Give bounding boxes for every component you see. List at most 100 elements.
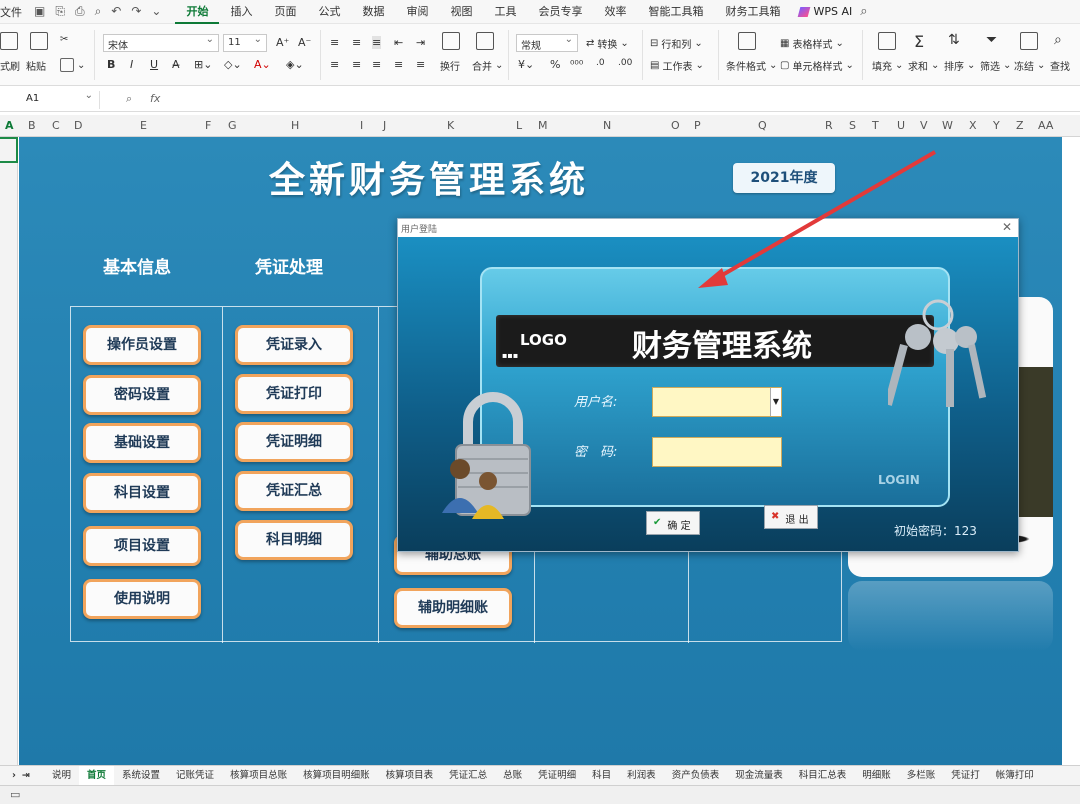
col-header[interactable]: E bbox=[140, 119, 147, 132]
decrease-font-icon[interactable]: A⁻ bbox=[298, 36, 311, 49]
sheet-tab[interactable]: 现金流量表 bbox=[727, 766, 791, 786]
tab-member[interactable]: 会员专享 bbox=[527, 0, 593, 24]
col-header[interactable]: R bbox=[825, 119, 833, 132]
col-header[interactable]: W bbox=[942, 119, 953, 132]
formula-input[interactable] bbox=[172, 91, 1072, 109]
table-style-button[interactable]: ▦ 表格样式 ⌄ bbox=[780, 36, 844, 51]
sheet-tab[interactable]: 核算项目明细账 bbox=[295, 766, 378, 786]
col-header[interactable]: Z bbox=[1016, 119, 1024, 132]
tab-efficiency[interactable]: 效率 bbox=[593, 0, 637, 24]
worksheet-button[interactable]: ▤ 工作表 ⌄ bbox=[650, 58, 704, 73]
col-header[interactable]: J bbox=[383, 119, 386, 132]
col-header[interactable]: Y bbox=[993, 119, 1000, 132]
sheet-tab[interactable]: 凭证打 bbox=[943, 766, 988, 786]
col-header[interactable]: O bbox=[671, 119, 680, 132]
freeze-icon[interactable] bbox=[1020, 32, 1038, 50]
sum-icon[interactable]: Σ bbox=[914, 32, 924, 51]
distribute-icon[interactable]: ≡ bbox=[416, 58, 425, 71]
aux-detail-ledger-button[interactable]: 辅助明细账 bbox=[394, 588, 512, 628]
sheet-tab[interactable]: 核算项目总账 bbox=[222, 766, 295, 786]
col-header[interactable]: AA bbox=[1038, 119, 1053, 132]
sheet-tab[interactable]: 明细账 bbox=[854, 766, 899, 786]
chevron-down-icon[interactable]: ⌄ bbox=[151, 4, 161, 19]
paste-button[interactable]: 粘贴 bbox=[26, 58, 46, 73]
sheet-tab[interactable]: 科目汇总表 bbox=[791, 766, 855, 786]
col-header[interactable]: H bbox=[291, 119, 299, 132]
file-menu[interactable]: 文件 bbox=[0, 4, 24, 20]
indent-decrease-icon[interactable]: ⇤ bbox=[394, 36, 403, 49]
share-icon[interactable]: ⎘ bbox=[55, 4, 65, 19]
col-header[interactable]: X bbox=[969, 119, 977, 132]
increase-font-icon[interactable]: A⁺ bbox=[276, 36, 289, 49]
decimal-decrease-icon[interactable]: .00 bbox=[618, 58, 632, 68]
sum-button[interactable]: 求和 ⌄ bbox=[908, 58, 939, 73]
voucher-print-button[interactable]: 凭证打印 bbox=[235, 374, 353, 414]
sheet-tab[interactable]: 凭证汇总 bbox=[441, 766, 495, 786]
save-icon[interactable]: ▣ bbox=[34, 4, 45, 19]
redo-icon[interactable]: ↷ bbox=[131, 4, 141, 19]
sheet-tab[interactable]: 说明 bbox=[44, 766, 79, 786]
col-header[interactable]: L bbox=[516, 119, 522, 132]
tab-tools[interactable]: 工具 bbox=[483, 0, 527, 24]
brush-icon[interactable] bbox=[0, 32, 18, 50]
bold-icon[interactable]: B bbox=[107, 58, 115, 71]
sort-button[interactable]: 排序 ⌄ bbox=[944, 58, 975, 73]
tab-formula[interactable]: 公式 bbox=[307, 0, 351, 24]
col-header[interactable]: T bbox=[872, 119, 879, 132]
cond-format-button[interactable]: 条件格式 ⌄ bbox=[726, 58, 777, 73]
voucher-entry-button[interactable]: 凭证录入 bbox=[235, 325, 353, 365]
col-header[interactable]: B bbox=[28, 119, 36, 132]
clear-icon[interactable]: ◈⌄ bbox=[286, 58, 304, 71]
currency-icon[interactable]: ¥⌄ bbox=[518, 58, 534, 71]
col-header[interactable]: P bbox=[694, 119, 701, 132]
col-header[interactable]: F bbox=[205, 119, 211, 132]
wps-ai-button[interactable]: WPS AI bbox=[791, 5, 860, 18]
copy-icon[interactable]: ⌄ bbox=[60, 58, 85, 72]
fx-icon[interactable]: fx bbox=[150, 92, 160, 105]
sheet-tab[interactable]: 利润表 bbox=[619, 766, 664, 786]
ok-button[interactable]: ✔ 确 定 bbox=[646, 511, 700, 535]
col-header[interactable]: D bbox=[74, 119, 82, 132]
underline-icon[interactable]: U bbox=[150, 58, 158, 71]
font-name-select[interactable]: 宋体 bbox=[103, 34, 219, 52]
decimal-increase-icon[interactable]: .0 bbox=[596, 58, 605, 68]
wrap-button[interactable]: 换行 bbox=[440, 58, 460, 73]
search-icon[interactable]: ⌕ bbox=[860, 4, 867, 19]
sheet-view-icon[interactable]: ▭ bbox=[10, 788, 20, 801]
sheet-tab[interactable]: 凭证明细 bbox=[530, 766, 584, 786]
align-bottom-icon[interactable]: ≡ bbox=[372, 36, 382, 49]
freeze-button[interactable]: 冻结 ⌄ bbox=[1014, 58, 1045, 73]
percent-icon[interactable]: % bbox=[550, 58, 560, 71]
project-settings-button[interactable]: 项目设置 bbox=[83, 526, 201, 566]
find-icon[interactable]: ⌕ bbox=[1054, 32, 1062, 48]
instructions-button[interactable]: 使用说明 bbox=[83, 579, 201, 619]
sort-icon[interactable]: ⇅ bbox=[948, 32, 960, 48]
basic-settings-button[interactable]: 基础设置 bbox=[83, 423, 201, 463]
align-right-icon[interactable]: ≡ bbox=[372, 58, 381, 71]
paste-icon[interactable] bbox=[30, 32, 48, 50]
account-settings-button[interactable]: 科目设置 bbox=[83, 473, 201, 513]
password-field[interactable] bbox=[652, 437, 782, 467]
tab-data[interactable]: 数据 bbox=[351, 0, 395, 24]
tab-nav-arrows-icon[interactable]: ›⇥ bbox=[0, 770, 44, 781]
fill-button[interactable]: 填充 ⌄ bbox=[872, 58, 903, 73]
filter-button[interactable]: 筛选 ⌄ bbox=[980, 58, 1011, 73]
cut-icon[interactable]: ✂ bbox=[60, 34, 68, 45]
fill-color-icon[interactable]: ◇⌄ bbox=[224, 58, 242, 71]
col-header[interactable]: M bbox=[538, 119, 548, 132]
sheet-tab[interactable]: 资产负债表 bbox=[664, 766, 728, 786]
sheet-tab[interactable]: 帐簿打印 bbox=[988, 766, 1042, 786]
align-center-icon[interactable]: ≡ bbox=[352, 58, 361, 71]
font-color-icon[interactable]: A⌄ bbox=[254, 58, 271, 71]
align-left-icon[interactable]: ≡ bbox=[330, 58, 339, 71]
col-header[interactable]: U bbox=[897, 119, 905, 132]
account-detail-button[interactable]: 科目明细 bbox=[235, 520, 353, 560]
tab-home[interactable]: 开始 bbox=[175, 0, 220, 24]
col-header[interactable]: G bbox=[228, 119, 237, 132]
merge-icon[interactable] bbox=[476, 32, 494, 50]
col-header[interactable]: Q bbox=[758, 119, 767, 132]
voucher-summary-button[interactable]: 凭证汇总 bbox=[235, 471, 353, 511]
row-col-button[interactable]: ⊟ 行和列 ⌄ bbox=[650, 36, 703, 51]
tab-smart-toolbox[interactable]: 智能工具箱 bbox=[637, 0, 714, 24]
name-box[interactable]: A1 bbox=[0, 90, 100, 109]
